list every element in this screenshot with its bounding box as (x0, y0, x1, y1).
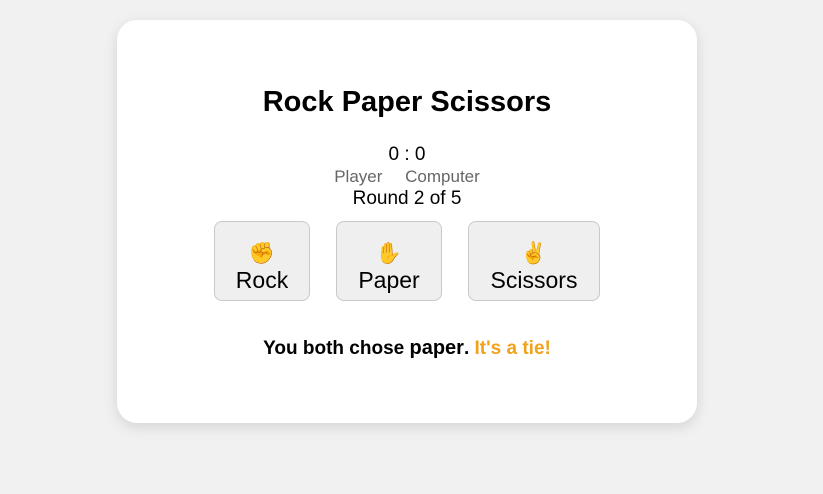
result-period: . (463, 338, 470, 359)
raised-hand-emoji-icon: ✋ (375, 242, 403, 265)
scissors-button[interactable]: ✌️ Scissors (468, 221, 600, 301)
rock-label: Rock (235, 267, 289, 293)
score-labels: Player Computer (117, 167, 697, 187)
result-prefix: You both chose (263, 338, 405, 359)
result-outcome: It's a tie! (474, 338, 551, 359)
victory-hand-emoji-icon: ✌️ (520, 242, 548, 265)
result-choice: paper (409, 337, 464, 359)
score-display: 0 : 0 (388, 144, 426, 165)
fist-emoji-icon: ✊ (248, 242, 276, 265)
round-indicator: Round 2 of 5 (352, 188, 462, 209)
player-label: Player (334, 167, 383, 186)
choice-buttons: ✊ Rock ✋ Paper ✌️ Scissors (117, 221, 697, 303)
paper-button[interactable]: ✋ Paper (336, 221, 442, 301)
result-message: You both chose paper. It's a tie! (117, 336, 697, 361)
game-card: Rock Paper Scissors 0 : 0 Player Compute… (117, 20, 697, 423)
computer-label: Computer (405, 167, 480, 186)
paper-label: Paper (358, 267, 420, 293)
scissors-label: Scissors (490, 267, 578, 293)
rock-button[interactable]: ✊ Rock (214, 221, 310, 301)
game-title: Rock Paper Scissors (262, 86, 552, 118)
